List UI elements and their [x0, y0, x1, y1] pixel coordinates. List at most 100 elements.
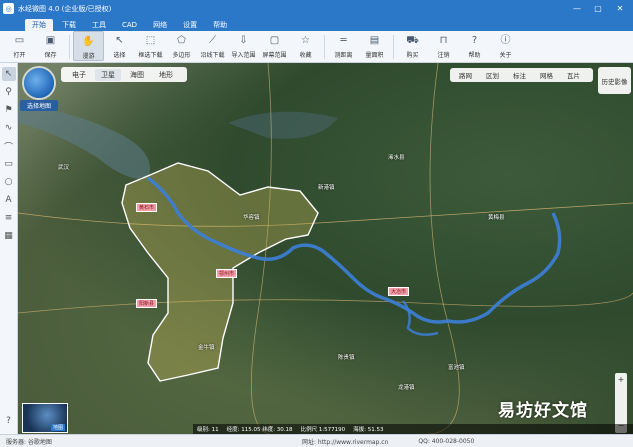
- layer-labels[interactable]: 标注: [508, 69, 531, 81]
- rectangle-tool-icon[interactable]: ▭: [2, 157, 16, 171]
- layer-tool-icon[interactable]: ≡: [2, 211, 16, 225]
- line-download-icon: ⟋: [209, 35, 216, 46]
- measure-area-button[interactable]: ▤ 量面积: [359, 31, 390, 61]
- info-icon: ⓘ: [500, 35, 511, 46]
- menu-start[interactable]: 开始: [25, 19, 53, 31]
- menu-help[interactable]: 帮助: [206, 19, 234, 31]
- toolbar-divider: [393, 35, 394, 59]
- marker-tool-icon[interactable]: ⚲: [2, 85, 16, 99]
- place-label: 陈贵镇: [338, 355, 355, 361]
- text-tool-icon[interactable]: A: [2, 193, 16, 207]
- polygon-icon: ⬠: [177, 35, 186, 46]
- select-map-label[interactable]: 选择地图: [20, 100, 58, 111]
- map-overlay: [18, 63, 633, 434]
- status-server: 服务器: 谷歌地图: [6, 438, 52, 446]
- place-label: 黄梅县: [488, 215, 505, 221]
- curve-tool-icon[interactable]: ⌒: [2, 139, 16, 153]
- select-icon: ↖: [115, 35, 124, 46]
- cursor-tool-icon[interactable]: ↖: [1, 67, 16, 81]
- favorite-button[interactable]: ☆ 收藏: [290, 31, 321, 61]
- menu-cad[interactable]: CAD: [115, 19, 144, 31]
- hand-icon: ✋: [82, 36, 95, 47]
- status-bar: 服务器: 谷歌地图 网址: http://www.rivermap.cn QQ:…: [0, 434, 633, 447]
- toolbar-divider: [324, 35, 325, 59]
- status-contact: QQ: 400-028-0050: [418, 437, 475, 445]
- menu-bar: 开始 下载 工具 CAD 网络 设置 帮助: [0, 17, 633, 31]
- place-label: 富池镇: [448, 365, 465, 371]
- layer-grid[interactable]: 网格: [535, 69, 558, 81]
- history-imagery-button[interactable]: 历史影像: [598, 67, 631, 94]
- app-logo-icon: ◎: [3, 3, 14, 14]
- table-tool-icon[interactable]: ▦: [2, 229, 16, 243]
- import-range-button[interactable]: ⇩ 导入范围: [228, 31, 259, 61]
- about-button[interactable]: ⓘ 关于: [490, 31, 521, 61]
- circle-tool-icon[interactable]: ○: [2, 175, 16, 189]
- save-icon: ▣: [45, 35, 56, 46]
- help-icon: ?: [471, 35, 478, 46]
- region-label: 大冶市: [388, 287, 410, 296]
- map-view[interactable]: 选择地图 电子 卫星 海图 地形 路网 区划 标注 网格 瓦片 历史影像 黄石市…: [18, 63, 633, 434]
- screen-icon: ▢: [269, 35, 280, 46]
- place-label: 金牛镇: [198, 345, 215, 351]
- screen-range-button[interactable]: ▢ 屏幕范围: [259, 31, 290, 61]
- flag-tool-icon[interactable]: ⚑: [2, 103, 16, 117]
- place-label: 武汉: [58, 165, 70, 171]
- layer-districts[interactable]: 区划: [481, 69, 504, 81]
- overview-map[interactable]: 地图: [22, 403, 68, 433]
- measure-distance-button[interactable]: ═ 测距离: [328, 31, 359, 61]
- left-toolbar: ↖ ⚲ ⚑ ∿ ⌒ ▭ ○ A ≡ ▦ ?: [0, 63, 18, 434]
- box-download-button[interactable]: ⬚ 框选下载: [135, 31, 166, 61]
- layer-tiles[interactable]: 瓦片: [562, 69, 585, 81]
- scale-readout: 比例尺 1:577190: [300, 427, 346, 433]
- polyline-tool-icon[interactable]: ∿: [2, 121, 16, 135]
- help-circle-icon[interactable]: ?: [2, 414, 16, 428]
- altitude-readout: 海拔: 51.53: [353, 427, 384, 433]
- close-button[interactable]: ✕: [610, 0, 630, 17]
- globe-icon[interactable]: [24, 68, 54, 98]
- map-type-electronic[interactable]: 电子: [66, 69, 92, 81]
- region-label: 鄂州市: [216, 269, 238, 278]
- pan-button[interactable]: ✋ 漫游: [73, 31, 104, 61]
- lock-icon: ⊓: [439, 35, 448, 46]
- logout-button[interactable]: ⊓ 注销: [428, 31, 459, 61]
- help-button[interactable]: ? 帮助: [459, 31, 490, 61]
- map-type-chart[interactable]: 海图: [124, 69, 150, 81]
- menu-settings[interactable]: 设置: [176, 19, 204, 31]
- map-type-switcher: 电子 卫星 海图 地形: [61, 67, 187, 82]
- overview-label: 地图: [50, 424, 65, 431]
- window-title: 水经微图 4.0 (企业版/已授权): [18, 4, 112, 13]
- menu-tools[interactable]: 工具: [85, 19, 113, 31]
- maximize-button[interactable]: ▢: [588, 0, 608, 17]
- ruler-icon: ═: [340, 35, 347, 46]
- line-download-button[interactable]: ⟋ 沿线下载: [197, 31, 228, 61]
- menu-network[interactable]: 网络: [146, 19, 174, 31]
- map-type-satellite[interactable]: 卫星: [95, 68, 121, 81]
- map-type-terrain[interactable]: 地形: [153, 69, 179, 81]
- cart-icon: ⛟: [406, 35, 419, 46]
- star-icon: ☆: [301, 35, 310, 46]
- purchase-button[interactable]: ⛟ 购买: [397, 31, 428, 61]
- place-label: 龙港镇: [398, 385, 415, 391]
- open-button[interactable]: ▭ 打开: [4, 31, 35, 61]
- polygon-button[interactable]: ⬠ 多边形: [166, 31, 197, 61]
- place-label: 浠水县: [388, 155, 405, 161]
- coordinate-bar: 级别: 11 经度: 115.05 纬度: 30.18 比例尺 1:577190…: [193, 424, 633, 434]
- box-download-icon: ⬚: [145, 35, 156, 46]
- region-label: 黄石市: [136, 203, 158, 212]
- menu-download[interactable]: 下载: [55, 19, 83, 31]
- region-label: 阳新县: [136, 299, 158, 308]
- title-bar: ◎ 水经微图 4.0 (企业版/已授权) — ▢ ✕: [0, 0, 633, 17]
- zoom-in-button[interactable]: +: [618, 375, 625, 385]
- zoom-level-readout: 级别: 11: [197, 427, 219, 433]
- folder-icon: ▭: [14, 35, 25, 46]
- toolbar-divider: [69, 35, 70, 59]
- layer-roads[interactable]: 路网: [454, 69, 477, 81]
- area-icon: ▤: [369, 35, 380, 46]
- select-button[interactable]: ↖ 选择: [104, 31, 135, 61]
- coordinate-readout: 经度: 115.05 纬度: 30.18: [226, 427, 293, 433]
- ribbon-toolbar: ▭ 打开 ▣ 保存 ✋ 漫游 ↖ 选择 ⬚ 框选下载 ⬠ 多边形 ⟋ 沿线下载 ⇩ 导入范围 ▢…: [0, 31, 633, 63]
- watermark-text: 易坊好文馆: [498, 401, 588, 421]
- save-button[interactable]: ▣ 保存: [35, 31, 66, 61]
- minimize-button[interactable]: —: [567, 0, 587, 17]
- status-website[interactable]: 网址: http://www.rivermap.cn: [302, 437, 388, 446]
